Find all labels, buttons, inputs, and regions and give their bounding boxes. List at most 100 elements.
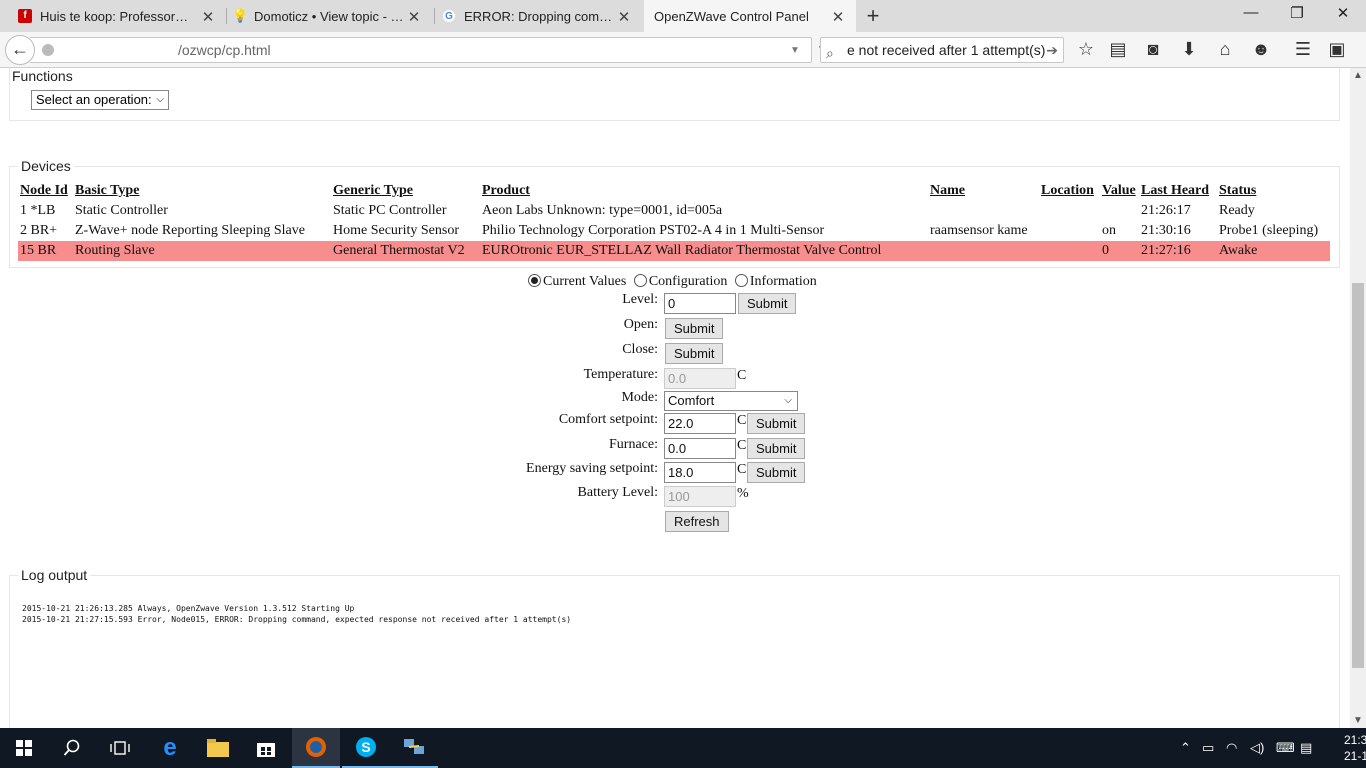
tab-domoticz[interactable]: 💡 Domoticz • View topic - E... ✕ <box>232 0 432 32</box>
close-icon[interactable]: ✕ <box>200 8 216 26</box>
col-generic-type[interactable]: Generic Type <box>331 181 480 201</box>
store-icon[interactable] <box>242 728 290 768</box>
open-submit-button[interactable]: Submit <box>665 318 724 339</box>
cell-last-heard: 21:27:16 <box>1139 241 1217 261</box>
level-label: Level: <box>622 292 658 307</box>
tab-error-search[interactable]: G ERROR: Dropping comma... ✕ <box>442 0 642 32</box>
comfort-setpoint-input[interactable]: 22.0 <box>664 413 736 434</box>
cell-value: 0 <box>1100 241 1139 261</box>
url-bar[interactable]: /ozwcp/cp.html ▼ ↻ <box>30 37 831 63</box>
clock[interactable]: 21:3 21-10- <box>1344 732 1366 764</box>
col-node-id[interactable]: Node Id <box>18 181 73 201</box>
menu-icon[interactable]: ☰ <box>1291 39 1315 60</box>
scroll-down-icon[interactable]: ▼ <box>1353 715 1363 726</box>
log-legend: Log output <box>18 567 91 583</box>
start-icon[interactable] <box>0 728 48 768</box>
search-icon[interactable] <box>48 728 96 768</box>
download-icon[interactable]: ⬇ <box>1177 39 1201 60</box>
page-scrollbar[interactable]: ▲ ▼ <box>1350 68 1366 728</box>
cell-status: Probe1 (sleeping) <box>1219 222 1319 238</box>
scroll-up-icon[interactable]: ▲ <box>1353 70 1363 81</box>
google-icon: G <box>442 9 456 23</box>
edge-icon[interactable]: e <box>146 728 194 768</box>
row-temperature: Temperature: 0.0 C <box>0 367 1350 391</box>
col-name[interactable]: Name <box>928 181 1039 201</box>
tray-overflow-icon[interactable]: ⌃ <box>1180 740 1191 756</box>
scroll-thumb[interactable] <box>1352 283 1364 668</box>
tab-openzwave[interactable]: OpenZWave Control Panel ✕ <box>644 0 856 32</box>
new-tab-icon[interactable]: + <box>862 3 884 29</box>
table-row[interactable]: 2 BR+ Z-Wave+ node Reporting Sleeping Sl… <box>18 221 1330 241</box>
bookmark-star-icon[interactable]: ☆ <box>1074 39 1098 60</box>
cell-location <box>1039 241 1100 261</box>
home-icon[interactable]: ⌂ <box>1213 39 1237 60</box>
volume-icon[interactable]: ◁) <box>1250 740 1264 756</box>
devices-legend: Devices <box>18 158 74 174</box>
energy-setpoint-input[interactable]: 18.0 <box>664 462 736 483</box>
tab-funda[interactable]: f Huis te koop: Professor Ke... ✕ <box>18 0 226 32</box>
table-row-selected[interactable]: 15 BR Routing Slave General Thermostat V… <box>18 241 1330 261</box>
col-product[interactable]: Product <box>480 181 928 201</box>
cell-node-id: 1 *LB <box>20 202 56 218</box>
col-last-heard[interactable]: Last Heard <box>1139 181 1217 201</box>
energy-submit-button[interactable]: Submit <box>747 462 806 483</box>
keyboard-icon[interactable]: ⌨ <box>1276 740 1295 756</box>
tab-title: OpenZWave Control Panel <box>654 8 809 24</box>
col-value[interactable]: Value <box>1100 181 1139 201</box>
operation-select[interactable]: Select an operation: ⌵ <box>31 90 169 110</box>
close-window-icon[interactable]: ✕ <box>1328 4 1358 22</box>
radio-information[interactable] <box>734 274 748 287</box>
cell-node-id: 2 BR+ <box>20 222 58 238</box>
furnace-submit-button[interactable]: Submit <box>747 438 806 459</box>
radio-configuration[interactable] <box>633 274 647 287</box>
taskbar: e S ⌃ ▭ ◠ ◁) ⌨ ▤ 21:3 21-10- <box>0 728 1366 768</box>
search-input[interactable]: ⌕ e not received after 1 attempt(s) ➔ <box>820 37 1064 63</box>
close-icon[interactable]: ✕ <box>616 8 632 26</box>
cell-generic-type: Home Security Sensor <box>333 222 459 238</box>
cell-product: EUROtronic EUR_STELLAZ Wall Radiator The… <box>480 241 928 261</box>
pocket-icon[interactable]: ◙ <box>1141 39 1165 60</box>
close-icon[interactable]: ✕ <box>406 8 422 26</box>
wifi-icon[interactable]: ◠ <box>1226 740 1237 756</box>
radio-current-values[interactable] <box>528 274 541 287</box>
battery-icon[interactable]: ▭ <box>1202 740 1214 756</box>
reading-list-icon[interactable]: ▤ <box>1106 39 1130 60</box>
unit-celsius: C <box>737 438 747 453</box>
close-submit-button[interactable]: Submit <box>665 343 724 364</box>
cell-last-heard: 21:26:17 <box>1141 202 1191 218</box>
cell-basic-type: Static Controller <box>75 202 168 218</box>
addon-icon[interactable]: ▣ <box>1325 39 1349 60</box>
col-status[interactable]: Status <box>1217 181 1330 201</box>
col-location[interactable]: Location <box>1039 181 1100 201</box>
level-submit-button[interactable]: Submit <box>738 293 797 314</box>
go-arrow-icon[interactable]: ➔ <box>1046 38 1058 62</box>
tab-title: Huis te koop: Professor Ke... <box>40 8 190 24</box>
minimize-icon[interactable]: — <box>1236 4 1266 21</box>
clock-date: 21-10- <box>1344 749 1366 763</box>
comfort-submit-button[interactable]: Submit <box>747 413 806 434</box>
battery-label: Battery Level: <box>577 485 658 500</box>
level-input[interactable]: 0 <box>664 293 736 314</box>
table-row[interactable]: 1 *LB Static Controller Static PC Contro… <box>18 201 1330 221</box>
hello-icon[interactable]: ☻ <box>1249 39 1273 60</box>
radio-label: Information <box>749 274 817 289</box>
back-button[interactable]: ← <box>5 35 35 65</box>
col-basic-type[interactable]: Basic Type <box>73 181 331 201</box>
furnace-input[interactable]: 0.0 <box>664 438 736 459</box>
skype-icon[interactable]: S <box>342 728 390 768</box>
mode-select[interactable]: Comfort ⌵ <box>664 391 798 411</box>
network-app-icon[interactable] <box>390 728 438 768</box>
task-view-icon[interactable] <box>96 728 144 768</box>
refresh-button[interactable]: Refresh <box>665 511 729 532</box>
dropdown-icon[interactable]: ▼ <box>790 39 800 63</box>
firefox-icon[interactable] <box>292 728 340 768</box>
file-explorer-icon[interactable] <box>194 728 242 768</box>
cell-basic-type: Routing Slave <box>73 241 331 261</box>
close-icon[interactable]: ✕ <box>830 8 846 26</box>
restore-icon[interactable]: ❐ <box>1282 4 1312 22</box>
radio-label: Current Values <box>543 274 627 289</box>
functions-fieldset <box>9 68 1340 121</box>
notification-icon[interactable]: ▤ <box>1300 740 1312 756</box>
cell-last-heard: 21:30:16 <box>1141 222 1191 238</box>
unit-percent: % <box>737 486 749 501</box>
